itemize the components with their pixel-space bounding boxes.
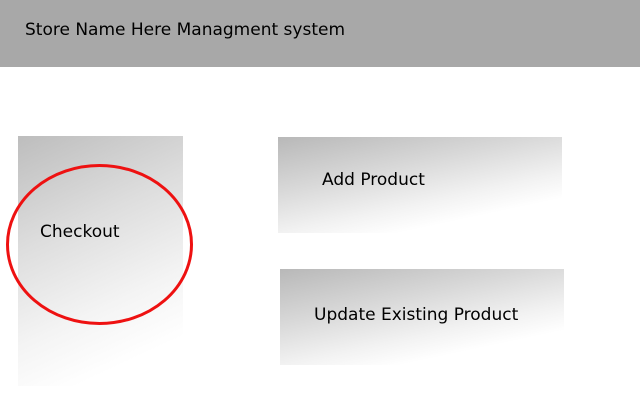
add-product-label: Add Product (322, 170, 425, 190)
header-bar: Store Name Here Managment system (0, 0, 640, 67)
add-product-button[interactable]: Add Product (278, 137, 562, 233)
update-product-label: Update Existing Product (314, 305, 519, 325)
update-product-button[interactable]: Update Existing Product (280, 269, 564, 365)
checkout-label: Checkout (40, 222, 120, 242)
checkout-button[interactable]: Checkout (18, 136, 183, 386)
app-title: Store Name Here Managment system (25, 20, 346, 40)
app-window: Store Name Here Managment system Checkou… (0, 0, 640, 400)
